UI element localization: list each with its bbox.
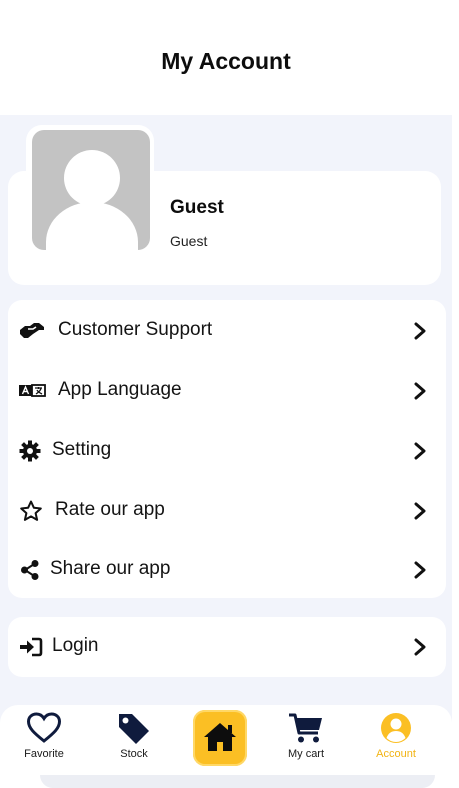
tag-icon (116, 712, 152, 744)
menu-label-app-language: App Language (58, 379, 182, 400)
user-role: Guest (170, 233, 208, 249)
bottom-nav-shadow (40, 775, 435, 788)
nav-label-favorite: Favorite (24, 748, 64, 760)
menu-item-app-language[interactable]: App Language (8, 362, 446, 418)
heart-icon (26, 712, 62, 744)
chevron-right-icon (413, 501, 427, 521)
handshake-icon (19, 320, 45, 342)
chevron-right-icon (413, 441, 427, 461)
menu-label-rate-our-app: Rate our app (55, 499, 165, 520)
share-icon (19, 559, 45, 581)
page-title: My Account (161, 48, 291, 74)
avatar-head-shape (64, 150, 120, 206)
sign-in-icon (19, 636, 45, 658)
login-card: Login (8, 617, 446, 677)
menu-label-customer-support: Customer Support (58, 319, 213, 340)
home-button[interactable] (193, 710, 247, 766)
avatar[interactable] (32, 130, 150, 250)
nav-label-account: Account (376, 748, 416, 760)
user-name: Guest (170, 197, 224, 218)
nav-label-my-cart: My cart (287, 748, 325, 760)
user-circle-icon (378, 712, 414, 744)
menu-item-login[interactable]: Login (8, 618, 446, 674)
gear-icon (19, 440, 45, 462)
cart-icon (288, 712, 324, 744)
menu-label-share-our-app: Share our app (50, 558, 171, 579)
menu-item-rate-our-app[interactable]: Rate our app (8, 482, 446, 538)
chevron-right-icon (413, 560, 427, 580)
nav-label-stock: Stock (120, 748, 148, 760)
translate-icon (19, 380, 46, 402)
menu-item-customer-support[interactable]: Customer Support (8, 302, 446, 358)
menu-card: Customer Support App Language Setting Ra… (8, 300, 446, 598)
avatar-body-shape (46, 202, 138, 250)
menu-label-setting: Setting (52, 439, 112, 460)
nav-item-favorite[interactable]: Favorite (9, 708, 79, 768)
star-icon (19, 500, 45, 522)
chevron-right-icon (413, 637, 427, 657)
home-icon (204, 723, 236, 751)
nav-item-my-cart[interactable]: My cart (271, 708, 341, 768)
app-screen: My Account Guest Guest Customer Support (0, 0, 459, 788)
nav-item-stock[interactable]: Stock (99, 708, 169, 768)
screen-edge (452, 0, 459, 788)
chevron-right-icon (413, 381, 427, 401)
menu-label-login: Login (52, 635, 99, 656)
menu-item-share-our-app[interactable]: Share our app (8, 541, 446, 597)
chevron-right-icon (413, 321, 427, 341)
nav-item-account[interactable]: Account (361, 708, 431, 768)
header: My Account (0, 0, 452, 115)
menu-item-setting[interactable]: Setting (8, 422, 446, 478)
